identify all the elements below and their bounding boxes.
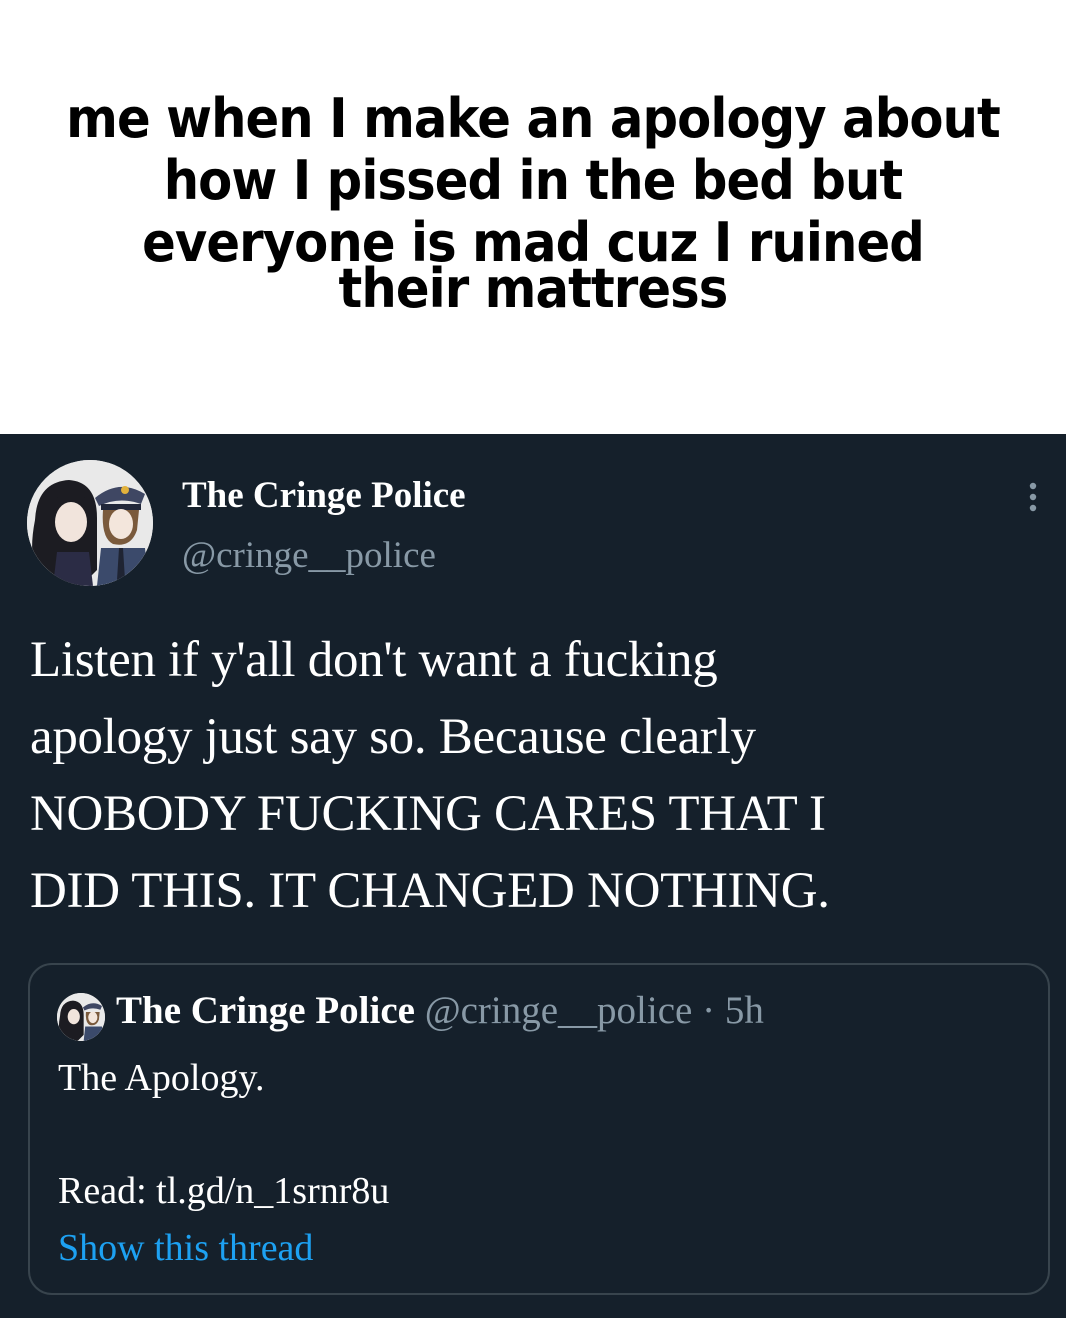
show-thread-link[interactable]: Show this thread (58, 1220, 313, 1276)
author-name[interactable]: The Cringe Police (182, 474, 466, 517)
caption-line: how I pissed in the bed but (163, 149, 903, 212)
avatar[interactable] (27, 460, 153, 586)
caption-line: me when I make an apology about (66, 87, 1001, 150)
tweet-text: Listen if y'all don't want a fucking apo… (30, 632, 830, 919)
quoted-tweet-text: The Apology. (58, 1057, 265, 1099)
more-vertical-icon[interactable] (1018, 478, 1048, 518)
quoted-separator: · (702, 989, 716, 1032)
caption-line: their mattress (338, 257, 729, 320)
author-handle[interactable]: @cringe__police (182, 534, 436, 577)
quoted-avatar (57, 993, 105, 1041)
quoted-avatar-illustration (57, 993, 105, 1041)
quoted-timestamp: 5h (724, 989, 764, 1032)
meme-page: me when I make an apology about how I pi… (0, 0, 1066, 1318)
avatar-illustration (27, 460, 153, 586)
meme-caption-area: me when I make an apology about how I pi… (0, 0, 1066, 434)
meme-caption: me when I make an apology about how I pi… (0, 88, 1066, 320)
quoted-author-handle: @cringe__police (424, 989, 693, 1032)
quoted-author-name: The Cringe Police (116, 989, 415, 1032)
quoted-tweet-link-text: Read: tl.gd/n_1srnr8u (58, 1170, 390, 1212)
quoted-tweet-header: The Cringe Police @cringe__police · 5h (116, 988, 764, 1033)
